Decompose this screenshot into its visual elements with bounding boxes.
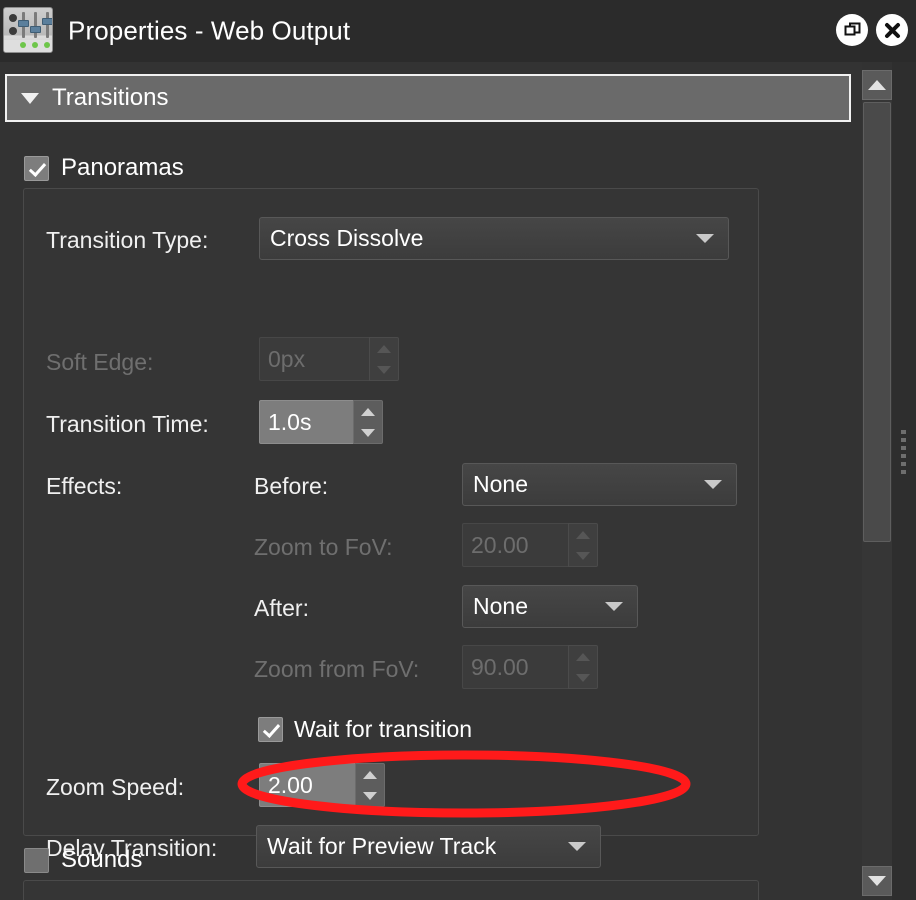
zoom-from-fov-value: 90.00 — [462, 645, 568, 689]
zoom-from-fov-stepper: 90.00 — [462, 645, 598, 689]
effects-before-dropdown[interactable]: None — [462, 463, 737, 506]
stepper-down-icon[interactable] — [354, 422, 382, 443]
section-header-label: Transitions — [52, 84, 169, 111]
stepper-down-icon — [370, 359, 398, 380]
sounds-label: Sounds — [61, 846, 143, 873]
sounds-checkbox[interactable] — [24, 847, 49, 873]
panoramas-checkbox[interactable] — [24, 155, 49, 181]
effects-after-label-row: After: — [254, 595, 309, 622]
transition-time-label: Transition Time: — [46, 411, 209, 437]
restore-window-icon — [844, 22, 860, 35]
scrollbar-thumb[interactable] — [863, 102, 891, 542]
soft-edge-stepper: 0px — [259, 337, 399, 381]
effects-before-label-row: Before: — [254, 473, 328, 500]
transition-time-stepper-buttons[interactable] — [353, 400, 383, 444]
zoom-from-fov-stepper-buttons — [568, 645, 598, 689]
scroll-up-button[interactable] — [862, 70, 892, 100]
zoom-speed-label-row: Zoom Speed: — [46, 774, 184, 801]
triangle-down-icon — [21, 92, 39, 104]
soft-edge-stepper-buttons — [369, 337, 399, 381]
chevron-down-icon — [568, 842, 586, 851]
zoom-speed-value[interactable]: 2.00 — [259, 763, 355, 807]
delay-transition-dropdown[interactable]: Wait for Preview Track — [256, 825, 601, 868]
close-icon — [884, 22, 900, 38]
mixer-sliders-icon — [3, 7, 53, 53]
sounds-group — [23, 880, 759, 900]
chevron-down-icon — [605, 602, 623, 611]
zoom-to-fov-stepper: 20.00 — [462, 523, 598, 567]
stepper-up-icon — [569, 646, 597, 667]
scroll-down-button[interactable] — [862, 866, 892, 896]
stepper-down-icon[interactable] — [356, 785, 384, 806]
stepper-down-icon — [569, 545, 597, 566]
panel-resize-grip[interactable] — [901, 430, 908, 474]
zoom-to-fov-label: Zoom to FoV: — [254, 534, 393, 560]
stepper-down-icon — [569, 667, 597, 688]
transition-time-label-row: Transition Time: — [46, 411, 209, 438]
delay-transition-value: Wait for Preview Track — [267, 833, 497, 859]
wait-for-transition-label: Wait for transition — [294, 716, 473, 742]
zoom-to-fov-value: 20.00 — [462, 523, 568, 567]
effects-label: Effects: — [46, 473, 123, 499]
chevron-down-icon — [704, 480, 722, 489]
restore-window-button[interactable] — [836, 14, 868, 46]
soft-edge-label: Soft Edge: — [46, 349, 154, 375]
vertical-scrollbar[interactable] — [862, 62, 892, 900]
properties-scroll-content: Transitions Panoramas Transition Type: C… — [0, 62, 862, 900]
effects-before-label: Before: — [254, 473, 329, 499]
zoom-to-fov-label-row: Zoom to FoV: — [254, 534, 392, 561]
chevron-down-icon — [696, 234, 714, 243]
transition-type-dropdown[interactable]: Cross Dissolve — [259, 217, 729, 260]
wait-for-transition-row[interactable]: Wait for transition — [258, 716, 472, 743]
zoom-speed-stepper[interactable]: 2.00 — [259, 763, 385, 807]
effects-after-label: After: — [254, 595, 309, 621]
transition-type-label-row: Transition Type: — [46, 227, 208, 254]
properties-window: Properties - Web Output Transitions Pano… — [0, 0, 916, 900]
soft-edge-value: 0px — [259, 337, 369, 381]
transition-type-value: Cross Dissolve — [270, 225, 424, 251]
stepper-up-icon — [370, 338, 398, 359]
section-header-transitions[interactable]: Transitions — [5, 74, 851, 122]
window-right-rail — [892, 62, 916, 900]
sounds-checkbox-row[interactable]: Sounds — [24, 846, 142, 874]
transition-time-value[interactable]: 1.0s — [259, 400, 353, 444]
zoom-speed-stepper-buttons[interactable] — [355, 763, 385, 807]
stepper-up-icon[interactable] — [354, 401, 382, 422]
panoramas-checkbox-row[interactable]: Panoramas — [24, 154, 184, 182]
panoramas-label: Panoramas — [61, 154, 184, 181]
zoom-speed-label: Zoom Speed: — [46, 774, 185, 800]
transition-type-label: Transition Type: — [46, 227, 209, 253]
stepper-up-icon — [569, 524, 597, 545]
stepper-up-icon[interactable] — [356, 764, 384, 785]
panoramas-group: Transition Type: Cross Dissolve Soft Edg… — [23, 188, 759, 868]
effects-label-row: Effects: — [46, 473, 122, 500]
effects-after-value: None — [473, 593, 528, 619]
wait-for-transition-checkbox[interactable] — [258, 717, 283, 742]
title-bar: Properties - Web Output — [0, 0, 916, 62]
effects-before-value: None — [473, 471, 528, 497]
zoom-to-fov-stepper-buttons — [568, 523, 598, 567]
zoom-from-fov-label-row: Zoom from FoV: — [254, 656, 419, 683]
zoom-from-fov-label: Zoom from FoV: — [254, 656, 420, 682]
transition-time-stepper[interactable]: 1.0s — [259, 400, 383, 444]
window-title: Properties - Web Output — [68, 15, 351, 46]
soft-edge-label-row: Soft Edge: — [46, 349, 153, 376]
close-button[interactable] — [876, 14, 908, 46]
effects-after-dropdown[interactable]: None — [462, 585, 638, 628]
